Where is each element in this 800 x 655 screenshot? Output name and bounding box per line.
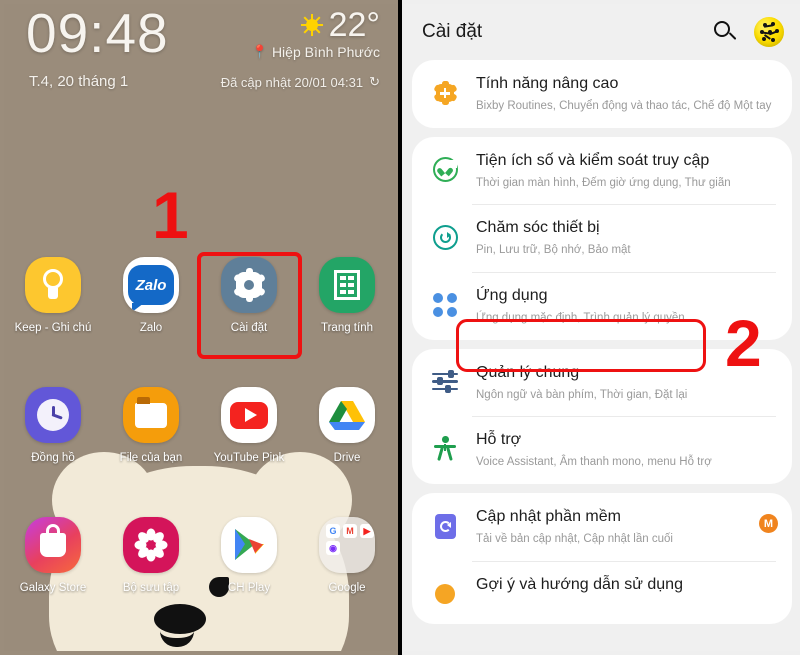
app-label: Keep - Ghi chú <box>14 322 92 334</box>
home-screen: 09:48 T.4, 20 tháng 1 22° 📍 Hiệp Bình Ph… <box>4 4 396 651</box>
settings-item-title: Gợi ý và hướng dẫn sử dụng <box>476 575 683 593</box>
settings-item-title: Tiện ích số và kiểm soát truy cập <box>476 151 710 169</box>
settings-item-subtitle: Thời gian màn hình, Đếm giờ ứng dụng, Th… <box>476 176 731 189</box>
software-update-icon <box>428 509 462 543</box>
folder-item-google: G <box>326 524 340 538</box>
general-management-sliders-icon <box>428 365 462 399</box>
folder-item-messenger: ◉ <box>326 541 340 555</box>
google-sheets-icon <box>319 257 375 313</box>
zalo-icon: Zalo <box>123 257 179 313</box>
clock-icon <box>25 387 81 443</box>
digital-wellbeing-heart-icon <box>428 153 462 187</box>
settings-item-subtitle: Tải về bản cập nhật, Cập nhật lần cuối <box>476 533 673 546</box>
app-label: File của bạn <box>119 452 183 464</box>
settings-screen-pane: Cài đặt Tính năng nâng cao Bixby Routine… <box>400 0 800 655</box>
settings-group: Tính năng nâng cao Bixby Routines, Chuyể… <box>412 60 792 128</box>
profile-avatar-icon[interactable] <box>754 17 784 47</box>
galaxy-store-icon <box>25 517 81 573</box>
zalo-icon-text: Zalo <box>135 276 167 294</box>
settings-item-title: Quản lý chung <box>476 363 580 381</box>
settings-item-title: Ứng dụng <box>476 287 548 305</box>
app-ch-play[interactable]: CH Play <box>200 509 298 639</box>
apps-four-dots-icon <box>428 288 462 322</box>
app-label: Google <box>328 582 366 594</box>
settings-item-subtitle: Pin, Lưu trữ, Bộ nhớ, Bảo mật <box>476 244 631 257</box>
app-google-sheets[interactable]: Trang tính <box>298 249 396 379</box>
settings-item-tips[interactable]: Gợi ý và hướng dẫn sử dụng <box>412 560 792 624</box>
weather-updated-row[interactable]: Đã cập nhật 20/01 04:31 ↻ <box>221 74 380 90</box>
advanced-features-gear-plus-icon <box>428 76 462 110</box>
tips-circle-icon <box>428 577 462 611</box>
my-files-folder-icon <box>123 387 179 443</box>
status-badge: M <box>759 514 778 534</box>
settings-group: Cập nhật phần mềm Tải về bản cập nhật, C… <box>412 493 792 624</box>
app-zalo[interactable]: Zalo Zalo <box>102 249 200 379</box>
accessibility-person-icon <box>428 432 462 466</box>
settings-item-subtitle: Bixby Routines, Chuyển động và thao tác,… <box>476 100 772 112</box>
keep-notes-icon <box>25 257 81 313</box>
weather-temperature: 22° <box>328 6 380 44</box>
app-label: YouTube Pink <box>213 452 285 464</box>
clock-date: T.4, 20 tháng 1 <box>29 73 129 90</box>
refresh-icon[interactable]: ↻ <box>369 74 380 90</box>
annotation-highlight-box-settings-app <box>197 252 302 359</box>
settings-header: Cài đặt <box>404 4 800 60</box>
settings-item-title: Tính năng nâng cao <box>476 75 619 92</box>
settings-item-device-care[interactable]: Chăm sóc thiết bị Pin, Lưu trữ, Bộ nhớ, … <box>412 204 792 272</box>
page-title: Cài đặt <box>422 21 483 42</box>
clock-weather-widget[interactable]: 09:48 T.4, 20 tháng 1 22° 📍 Hiệp Bình Ph… <box>4 4 396 109</box>
clock-time: 09:48 <box>26 4 169 64</box>
app-galaxy-store[interactable]: Galaxy Store <box>4 509 102 639</box>
app-label: Zalo <box>139 322 163 334</box>
weather-temperature-row: 22° <box>300 6 380 44</box>
settings-item-advanced-features[interactable]: Tính năng nâng cao Bixby Routines, Chuyể… <box>412 60 792 128</box>
location-pin-icon: 📍 <box>251 44 268 59</box>
settings-item-title: Chăm sóc thiết bị <box>476 219 600 237</box>
app-my-files[interactable]: File của bạn <box>102 379 200 509</box>
annotation-step-1: 1 <box>152 178 189 252</box>
app-folder-google[interactable]: G M ▶ ◉ Google <box>298 509 396 639</box>
app-label: CH Play <box>227 582 271 594</box>
app-label: Trang tính <box>321 322 373 334</box>
screenshot-root: 09:48 T.4, 20 tháng 1 22° 📍 Hiệp Bình Ph… <box>0 0 800 655</box>
search-icon[interactable] <box>712 19 738 45</box>
settings-item-software-update[interactable]: Cập nhật phần mềm Tải về bản cập nhật, C… <box>412 493 792 561</box>
app-row: Galaxy Store Bộ sưu tập CH Play G M ▶ ◉ … <box>4 509 396 639</box>
youtube-icon <box>221 387 277 443</box>
settings-item-digital-wellbeing[interactable]: Tiện ích số và kiểm soát truy cập Thời g… <box>412 137 792 205</box>
app-gallery[interactable]: Bộ sưu tập <box>102 509 200 639</box>
play-store-icon <box>221 517 277 573</box>
settings-item-title: Cập nhật phần mềm <box>476 508 621 526</box>
settings-item-subtitle: Ngôn ngữ và bàn phím, Thời gian, Đặt lại <box>476 388 688 401</box>
app-google-drive[interactable]: Drive <box>298 379 396 509</box>
app-row: Đồng hồ File của bạn YouTube Pink Drive <box>4 379 396 509</box>
folder-item-youtube: ▶ <box>360 524 374 538</box>
settings-item-subtitle: Voice Assistant, Âm thanh mono, menu Hỗ … <box>476 456 712 469</box>
google-drive-icon <box>319 387 375 443</box>
app-label: Đồng hồ <box>31 452 75 464</box>
settings-item-accessibility[interactable]: Hỗ trợ Voice Assistant, Âm thanh mono, m… <box>412 416 792 484</box>
settings-item-title: Hỗ trợ <box>476 431 522 449</box>
google-folder-icon: G M ▶ ◉ <box>319 517 375 573</box>
sun-icon <box>300 14 323 36</box>
app-label: Galaxy Store <box>19 582 87 594</box>
annotation-step-2: 2 <box>725 306 762 380</box>
gallery-flower-icon <box>123 517 179 573</box>
weather-updated-text: Đã cập nhật 20/01 04:31 <box>220 74 364 90</box>
app-youtube-pink[interactable]: YouTube Pink <box>200 379 298 509</box>
app-label: Drive <box>333 452 361 464</box>
folder-item-gmail: M <box>343 524 357 538</box>
app-clock[interactable]: Đồng hồ <box>4 379 102 509</box>
weather-location-row: 📍 Hiệp Bình Phước <box>252 44 380 60</box>
app-keep-notes[interactable]: Keep - Ghi chú <box>4 249 102 379</box>
weather-location: Hiệp Bình Phước <box>271 44 380 60</box>
app-label: Bộ sưu tập <box>122 582 180 594</box>
device-care-refresh-icon <box>428 220 462 254</box>
home-screen-pane: 09:48 T.4, 20 tháng 1 22° 📍 Hiệp Bình Ph… <box>0 0 400 655</box>
